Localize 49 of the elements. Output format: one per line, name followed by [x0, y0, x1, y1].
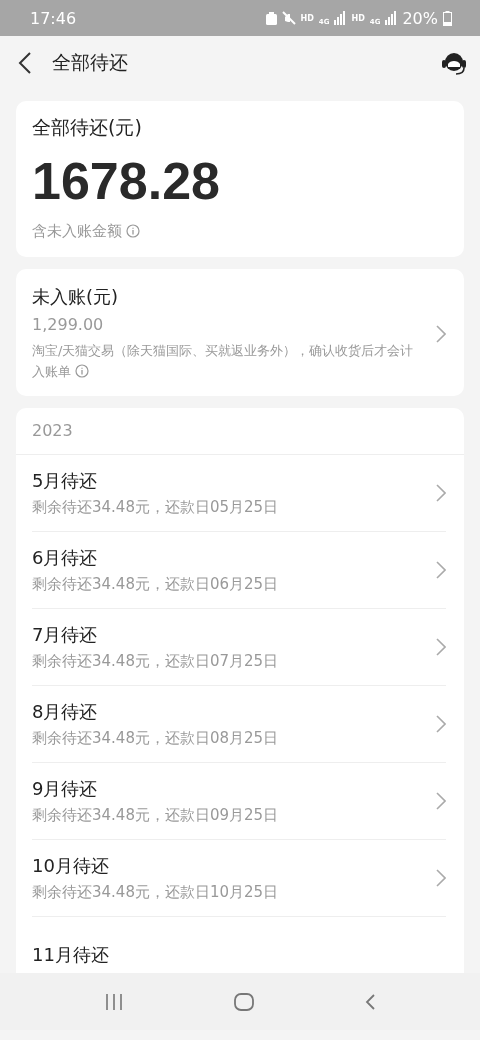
card-label: 全部待还(元) [32, 115, 143, 140]
hd-label: HD [351, 13, 365, 23]
card-label: 未入账(元) [32, 285, 120, 309]
bill-row[interactable]: 10月待还 剩余待还34.48元，还款日10月25日 [32, 840, 446, 917]
signal-icon [385, 11, 398, 25]
chevron-right-icon [436, 638, 446, 656]
recent-apps-icon[interactable] [105, 993, 124, 1010]
bill-detail: 剩余待还34.48元，还款日07月25日 [32, 652, 280, 671]
info-icon[interactable] [126, 224, 140, 238]
info-icon[interactable] [75, 364, 89, 378]
battery-saver-icon [265, 11, 277, 25]
bill-row[interactable]: 7月待还 剩余待还34.48元，还款日07月25日 [32, 609, 446, 686]
clock: 17:46 [30, 8, 78, 28]
bill-title: 7月待还 [32, 623, 99, 647]
chevron-right-icon [436, 715, 446, 733]
battery-percentage: 20% [402, 8, 438, 28]
bill-title: 11月待还 [32, 943, 110, 967]
bill-detail: 剩余待还34.48元，还款日10月25日 [32, 883, 280, 902]
battery-icon [443, 10, 452, 26]
bill-row[interactable]: 8月待还 剩余待还34.48元，还款日08月25日 [32, 686, 446, 763]
hd-label: HD [300, 13, 314, 23]
chevron-right-icon [436, 869, 446, 887]
bill-row[interactable]: 9月待还 剩余待还34.48元，还款日09月25日 [32, 763, 446, 840]
bill-detail: 剩余待还34.48元，还款日06月25日 [32, 575, 280, 594]
bill-detail: 剩余待还34.48元，还款日09月25日 [32, 806, 280, 825]
year-header: 2023 [16, 408, 464, 455]
bill-title: 8月待还 [32, 700, 99, 724]
bill-row[interactable]: 5月待还 剩余待还34.48元，还款日05月25日 [32, 455, 446, 532]
signal-icon [334, 11, 347, 25]
bill-detail: 剩余待还34.48元，还款日05月25日 [32, 498, 280, 517]
bill-title: 10月待还 [32, 854, 110, 878]
total-amount: 1678.28 [32, 151, 221, 211]
mute-icon [281, 11, 296, 25]
note-text: 含未入账金额 [32, 222, 122, 240]
chevron-right-icon [436, 484, 446, 502]
bill-row[interactable]: 6月待还 剩余待还34.48元，还款日06月25日 [32, 532, 446, 609]
unbilled-card[interactable]: 未入账(元) 1,299.00 淘宝/天猫交易（除天猫国际、买就返业务外），确认收货后才会计入账单 [16, 269, 464, 396]
chevron-right-icon [436, 324, 446, 343]
bill-title: 5月待还 [32, 469, 99, 493]
bill-detail: 剩余待还34.48元，还款日08月25日 [32, 729, 280, 748]
bill-title: 9月待还 [32, 777, 99, 801]
chevron-right-icon [436, 792, 446, 810]
page-title: 全部待还 [52, 50, 129, 75]
unbilled-amount: 1,299.00 [32, 315, 105, 334]
bill-title: 6月待还 [32, 546, 99, 570]
note-text: 淘宝/天猫交易（除天猫国际、买就返业务外），确认收货后才会计入账单 [32, 342, 415, 381]
back-icon[interactable] [18, 52, 32, 74]
chevron-right-icon [436, 561, 446, 579]
home-icon[interactable] [234, 992, 254, 1011]
